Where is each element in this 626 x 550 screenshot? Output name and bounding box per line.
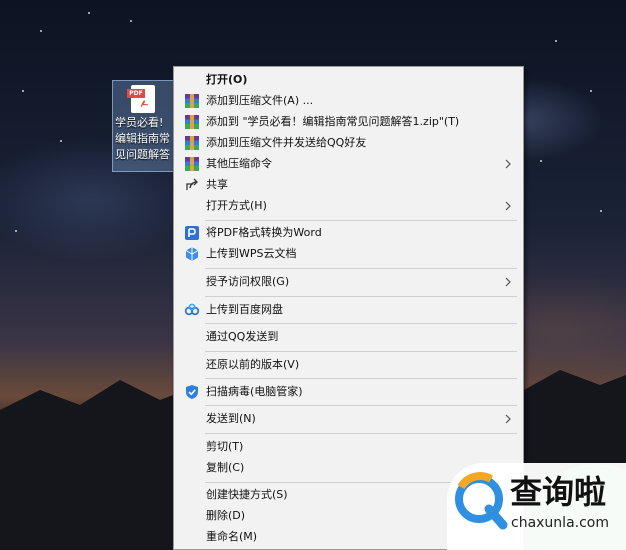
chevron-right-icon (505, 277, 511, 287)
menu-item-other-compress[interactable]: 其他压缩命令 (175, 154, 522, 174)
menu-item-pdf-to-word[interactable]: 将PDF格式转换为Word (175, 223, 522, 243)
pc-manager-shield-icon (186, 385, 198, 399)
pdf-badge: PDF (127, 89, 145, 98)
watermark-chinese: 查询啦 (510, 473, 607, 511)
menu-item-label: 剪切(T) (206, 440, 244, 453)
magnifier-q-logo-icon (455, 472, 508, 530)
menu-separator (205, 296, 517, 297)
winrar-archive-icon (185, 115, 199, 129)
menu-item-upload-wps[interactable]: 上传到WPS云文档 (175, 244, 522, 264)
star (15, 230, 17, 232)
menu-item-label: 创建快捷方式(S) (206, 488, 288, 501)
menu-item-label: 还原以前的版本(V) (206, 358, 300, 371)
winrar-archive-icon (185, 157, 199, 171)
star (540, 160, 542, 162)
menu-item-label: 将PDF格式转换为Word (206, 226, 322, 239)
menu-item-label: 其他压缩命令 (206, 157, 272, 170)
menu-item-label: 打开(O) (206, 73, 248, 86)
menu-item-add-to-archive[interactable]: 添加到压缩文件(A) ... (175, 91, 522, 111)
file-label-line-3: 见问题解答 (115, 148, 170, 161)
menu-item-label: 打开方式(H) (206, 199, 267, 212)
menu-item-restore-versions[interactable]: 还原以前的版本(V) (175, 355, 522, 375)
acrobat-mark-icon (140, 100, 149, 108)
star (590, 90, 592, 92)
menu-item-virus-scan[interactable]: 扫描病毒(电脑管家) (175, 382, 522, 402)
menu-item-label: 通过QQ发送到 (206, 330, 279, 343)
menu-separator (205, 433, 517, 434)
watermark-logo: 查询啦 chaxunla.com (447, 463, 626, 550)
star (555, 40, 557, 42)
menu-item-label: 上传到百度网盘 (206, 303, 283, 316)
menu-separator (205, 351, 517, 352)
menu-item-label: 共享 (206, 178, 228, 191)
star (600, 210, 602, 212)
menu-item-label: 删除(D) (206, 509, 246, 522)
menu-item-label: 重命名(M) (206, 530, 258, 543)
winrar-archive-icon (185, 136, 199, 150)
menu-item-send-to[interactable]: 发送到(N) (175, 409, 522, 429)
menu-item-add-to-zip[interactable]: 添加到 "学员必看！编辑指南常见问题解答1.zip"(T) (175, 112, 522, 132)
pdf-file-desktop-icon[interactable]: PDF 学员必看! 编辑指南常 见问题解答 (112, 80, 174, 172)
menu-separator (205, 378, 517, 379)
menu-item-send-via-qq[interactable]: 通过QQ发送到 (175, 327, 522, 347)
star (22, 90, 24, 92)
menu-item-cut[interactable]: 剪切(T) (175, 437, 522, 457)
menu-item-label: 添加到 "学员必看！编辑指南常见问题解答1.zip"(T) (206, 115, 460, 128)
winrar-archive-icon (185, 94, 199, 108)
star (60, 140, 62, 142)
menu-item-grant-access[interactable]: 授予访问权限(G) (175, 272, 522, 292)
menu-item-add-and-send-qq[interactable]: 添加到压缩文件并发送给QQ好友 (175, 133, 522, 153)
star (130, 20, 132, 22)
menu-item-open-with[interactable]: 打开方式(H) (175, 196, 522, 216)
chevron-right-icon (505, 414, 511, 424)
menu-item-upload-baidu[interactable]: 上传到百度网盘 (175, 300, 522, 320)
chevron-right-icon (505, 201, 511, 211)
star (88, 12, 90, 14)
share-icon (186, 178, 198, 190)
menu-item-open[interactable]: 打开(O) (175, 70, 522, 90)
file-label-line-1: 学员必看! (115, 116, 164, 129)
pdf-document-icon: PDF (127, 85, 155, 113)
menu-separator (205, 220, 517, 221)
menu-separator (205, 323, 517, 324)
pdf-convert-icon (185, 226, 199, 240)
menu-item-label: 复制(C) (206, 461, 245, 474)
menu-item-label: 授予访问权限(G) (206, 275, 290, 288)
menu-item-share[interactable]: 共享 (175, 175, 522, 195)
file-label-line-2: 编辑指南常 (115, 132, 170, 145)
chevron-right-icon (505, 159, 511, 169)
watermark-domain: chaxunla.com (511, 515, 609, 531)
menu-item-label: 添加到压缩文件并发送给QQ好友 (206, 136, 367, 149)
menu-separator (205, 405, 517, 406)
menu-item-label: 添加到压缩文件(A) ... (206, 94, 314, 107)
baidu-netdisk-icon (184, 303, 200, 316)
menu-separator (205, 268, 517, 269)
wps-cloud-icon (185, 247, 199, 261)
menu-item-label: 扫描病毒(电脑管家) (206, 385, 303, 398)
menu-item-label: 发送到(N) (206, 412, 256, 425)
star (40, 30, 42, 32)
menu-item-label: 上传到WPS云文档 (206, 247, 297, 260)
